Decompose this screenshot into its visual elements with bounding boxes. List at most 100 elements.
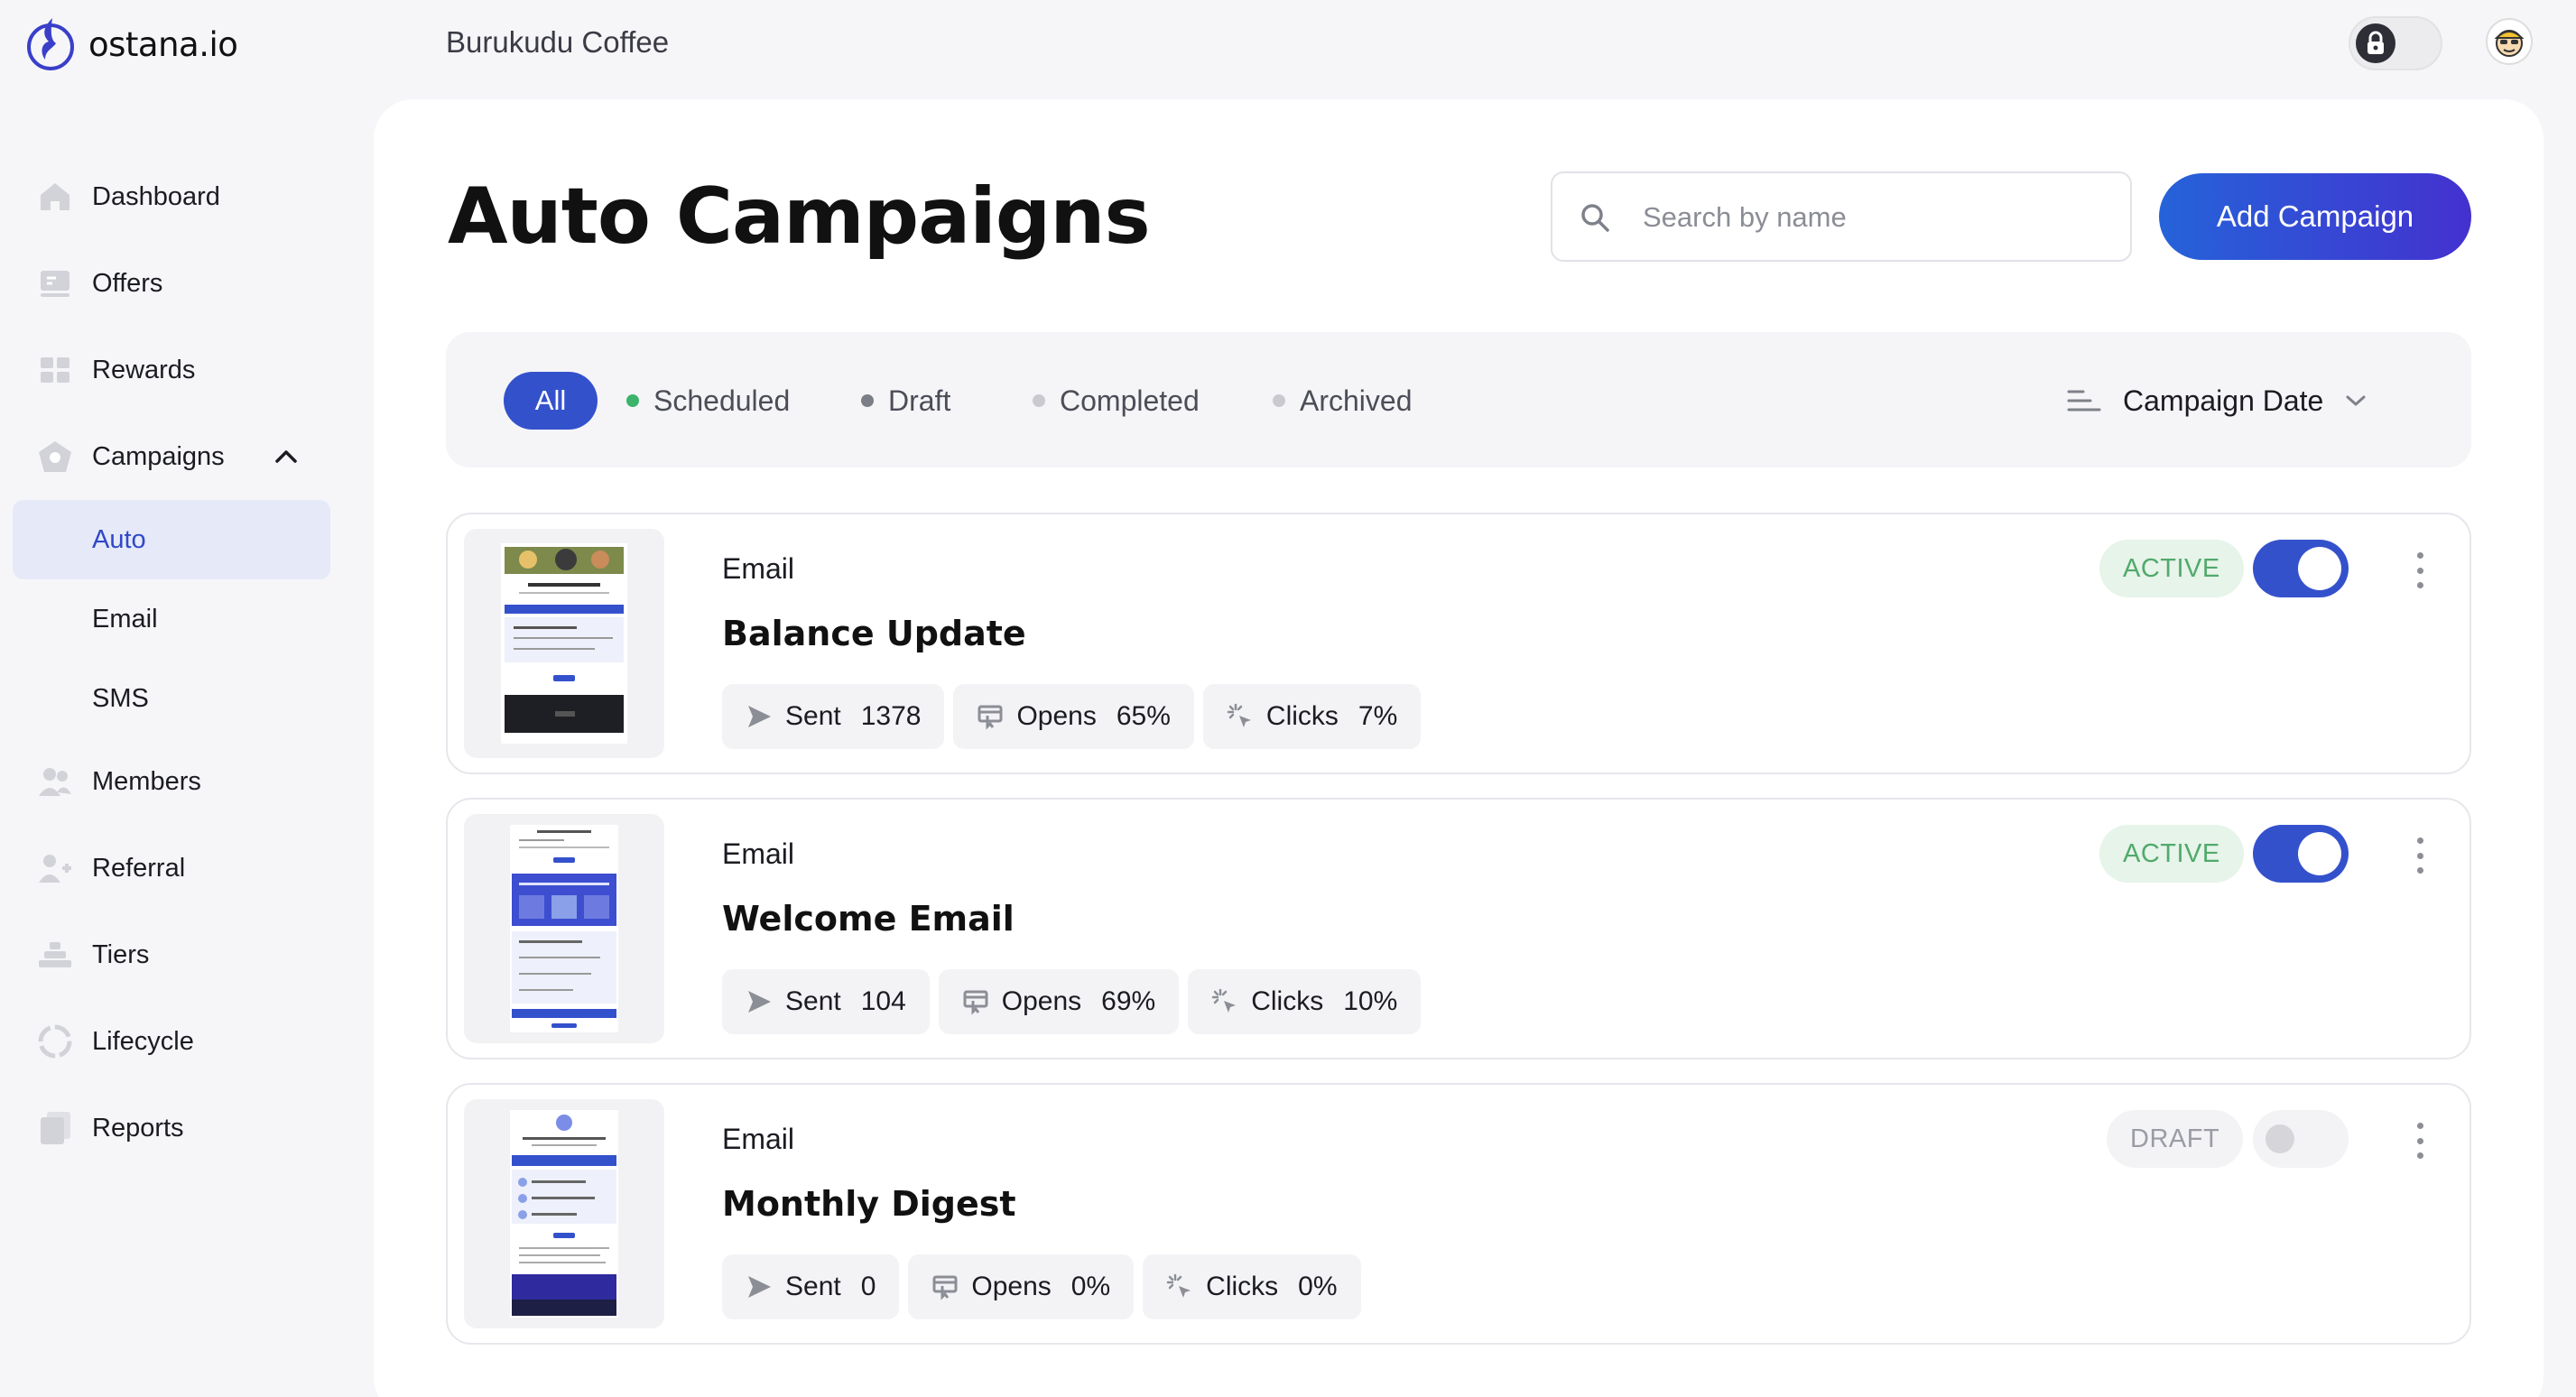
sidebar-item-label: Offers	[92, 268, 163, 298]
draft-dot	[861, 394, 874, 407]
campaign-stats: Sent 104 Opens 69% Clicks 10%	[722, 969, 1422, 1034]
tab-scheduled[interactable]: Scheduled	[626, 372, 790, 430]
sidebar-item-rewards[interactable]: Rewards	[0, 327, 343, 413]
sent-stat: Sent 1378	[722, 684, 945, 749]
toggle-knob	[2298, 547, 2341, 590]
opens-stat: Opens 65%	[953, 684, 1194, 749]
sidebar-subitem-label: Auto	[92, 524, 146, 554]
referral-icon	[36, 849, 74, 887]
campaign-toggle[interactable]	[2253, 540, 2349, 597]
lifecycle-icon	[36, 1022, 74, 1060]
click-cursor-icon	[1227, 703, 1254, 730]
stat-label: Sent	[785, 1272, 841, 1301]
stat-label: Clicks	[1265, 701, 1339, 731]
organization-name[interactable]: Burukudu Coffee	[446, 25, 669, 60]
campaign-card[interactable]: Email Welcome Email Sent 104 Opens 69% C…	[446, 798, 2471, 1059]
click-cursor-icon	[1166, 1273, 1193, 1300]
avatar-face-icon	[2494, 30, 2525, 57]
email-preview-thumbnail	[464, 529, 664, 758]
sidebar-item-lifecycle[interactable]: Lifecycle	[0, 998, 343, 1085]
main-panel: Auto Campaigns Add Campaign All Schedule…	[374, 99, 2544, 1397]
opens-stat: Opens 69%	[938, 969, 1180, 1034]
sidebar-item-reports[interactable]: Reports	[0, 1085, 343, 1171]
home-icon	[36, 178, 74, 216]
user-avatar[interactable]	[2486, 18, 2533, 65]
email-preview-thumbnail	[464, 814, 664, 1043]
sidebar-item-label: Lifecycle	[92, 1026, 194, 1056]
campaign-card[interactable]: Email Monthly Digest Sent 0 Opens 0% Cli…	[446, 1083, 2471, 1345]
campaign-name[interactable]: Welcome Email	[722, 899, 1015, 939]
sidebar-item-label: Dashboard	[92, 181, 220, 211]
campaigns-icon	[36, 438, 74, 476]
sort-lines-icon	[2067, 388, 2101, 413]
sidebar-subitem-label: SMS	[92, 683, 149, 713]
status-badge: ACTIVE	[2099, 825, 2244, 883]
tab-label: Scheduled	[653, 384, 791, 417]
sidebar-item-offers[interactable]: Offers	[0, 240, 343, 327]
send-icon	[746, 703, 773, 730]
open-envelope-icon	[931, 1273, 959, 1300]
clicks-stat: Clicks 0%	[1143, 1254, 1361, 1319]
sidebar-item-tiers[interactable]: Tiers	[0, 911, 343, 998]
tiers-icon	[36, 936, 74, 974]
lock-toggle[interactable]	[2349, 16, 2442, 70]
campaign-toggle[interactable]	[2253, 1110, 2349, 1168]
rewards-icon	[36, 351, 74, 389]
sidebar-subitem-sms[interactable]: SMS	[0, 659, 343, 738]
more-options-icon[interactable]	[2406, 1123, 2433, 1159]
stat-value: 0	[860, 1272, 876, 1301]
search-input[interactable]	[1643, 195, 2112, 240]
status-badge: DRAFT	[2107, 1110, 2244, 1168]
stat-value: 1378	[860, 701, 922, 731]
tab-label: Completed	[1060, 384, 1200, 417]
sidebar-item-label: Referral	[92, 853, 186, 883]
tab-draft[interactable]: Draft	[861, 372, 950, 430]
sent-stat: Sent 104	[722, 969, 930, 1034]
stat-label: Opens	[1016, 701, 1097, 731]
brand-logo[interactable]: ostana.io	[25, 16, 238, 72]
campaign-toggle[interactable]	[2253, 825, 2349, 883]
sidebar-item-campaigns[interactable]: Campaigns	[0, 413, 343, 500]
campaign-channel: Email	[722, 837, 795, 870]
sidebar-item-members[interactable]: Members	[0, 738, 343, 825]
page-title: Auto Campaigns	[448, 171, 1151, 262]
stat-label: Sent	[785, 986, 841, 1016]
sidebar-subitem-auto[interactable]: Auto	[13, 500, 330, 579]
open-envelope-icon	[962, 988, 989, 1015]
sidebar-item-label: Rewards	[92, 355, 196, 384]
stat-label: Sent	[785, 701, 841, 731]
toggle-knob	[2266, 1124, 2294, 1153]
campaign-stats: Sent 0 Opens 0% Clicks 0%	[722, 1254, 1361, 1319]
open-envelope-icon	[977, 703, 1004, 730]
tab-label: Archived	[1300, 384, 1413, 417]
stat-label: Opens	[971, 1272, 1052, 1301]
chevron-up-icon[interactable]	[274, 449, 298, 464]
sidebar-item-dashboard[interactable]: Dashboard	[0, 153, 343, 240]
sent-stat: Sent 0	[722, 1254, 900, 1319]
reports-icon	[36, 1109, 74, 1147]
tab-completed[interactable]: Completed	[1033, 372, 1200, 430]
sidebar: Dashboard Offers Rewards Campaigns Auto …	[0, 153, 343, 1171]
ostana-logo-icon	[27, 18, 74, 70]
sidebar-subitem-label: Email	[92, 604, 158, 634]
sort-dropdown[interactable]: Campaign Date	[2067, 372, 2367, 430]
campaign-card[interactable]: Email Balance Update Sent 1378 Opens 65%…	[446, 513, 2471, 774]
search-icon	[1580, 202, 1610, 233]
campaign-name[interactable]: Balance Update	[722, 614, 1026, 653]
clicks-stat: Clicks 7%	[1202, 684, 1422, 749]
sidebar-item-referral[interactable]: Referral	[0, 825, 343, 911]
search-box[interactable]	[1551, 171, 2132, 262]
email-preview-thumbnail	[464, 1099, 664, 1328]
brand-name: ostana.io	[88, 24, 238, 64]
campaign-stats: Sent 1378 Opens 65% Clicks 7%	[722, 684, 1422, 749]
tab-archived[interactable]: Archived	[1273, 372, 1413, 430]
add-campaign-button[interactable]: Add Campaign	[2159, 173, 2471, 260]
scheduled-dot	[626, 394, 639, 407]
more-options-icon[interactable]	[2406, 837, 2433, 874]
campaign-channel: Email	[722, 1123, 795, 1155]
campaign-name[interactable]: Monthly Digest	[722, 1184, 1016, 1224]
tab-all[interactable]: All	[504, 372, 598, 430]
more-options-icon[interactable]	[2406, 552, 2433, 588]
stat-value: 10%	[1343, 986, 1398, 1016]
sidebar-subitem-email[interactable]: Email	[0, 579, 343, 659]
